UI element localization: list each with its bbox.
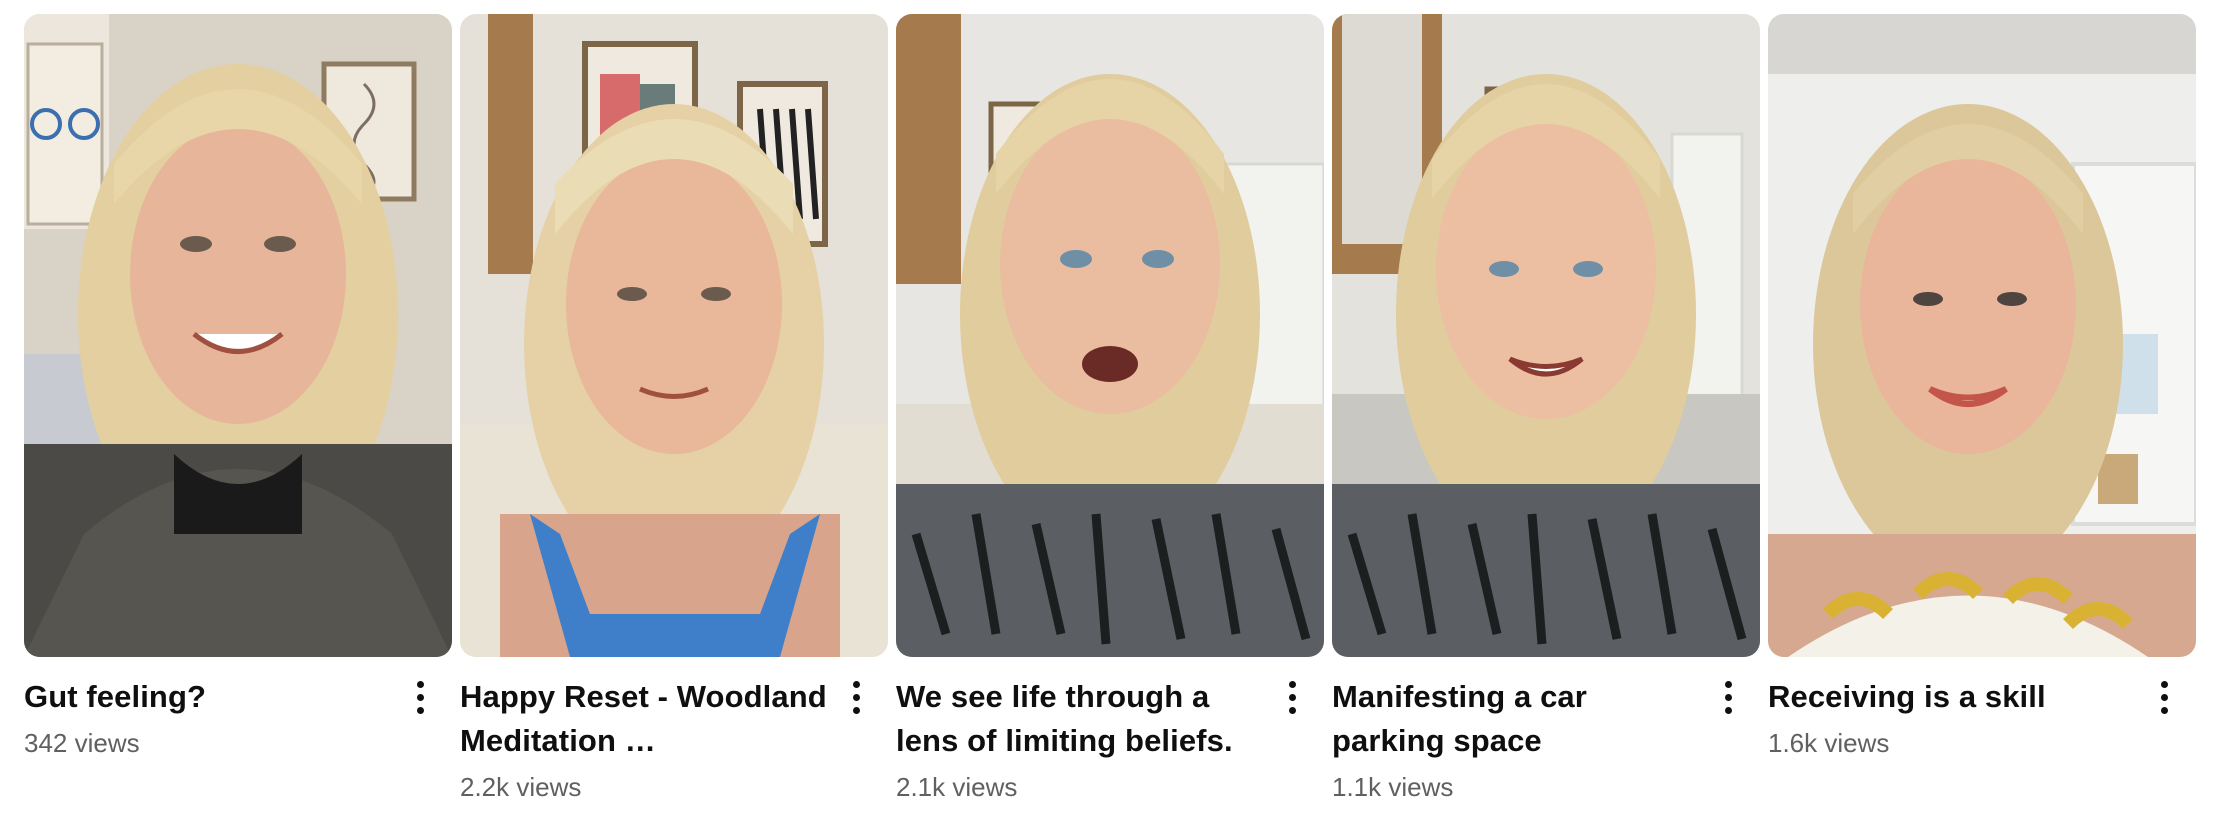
short-card[interactable]: Happy Reset - Woodland Meditation … 2.2k…	[460, 14, 888, 805]
thumbnail-image	[24, 14, 452, 657]
short-title[interactable]: Receiving is a skill	[1768, 675, 2136, 719]
short-meta: Manifesting a car parking space 1.1k vie…	[1332, 675, 1760, 805]
short-card[interactable]: We see life through a lens of limiting b…	[896, 14, 1324, 805]
short-card[interactable]: Manifesting a car parking space 1.1k vie…	[1332, 14, 1760, 805]
more-vert-icon[interactable]	[1706, 675, 1750, 719]
view-count: 2.2k views	[460, 772, 582, 802]
short-thumbnail[interactable]	[460, 14, 888, 657]
short-card[interactable]: Receiving is a skill 1.6k views	[1768, 14, 2196, 761]
short-meta: Happy Reset - Woodland Meditation … 2.2k…	[460, 675, 888, 805]
short-meta: We see life through a lens of limiting b…	[896, 675, 1324, 805]
short-meta: Gut feeling? 342 views	[24, 675, 452, 761]
short-thumbnail[interactable]	[1768, 14, 2196, 657]
short-title[interactable]: Manifesting a car parking space	[1332, 675, 1700, 763]
view-count: 1.6k views	[1768, 728, 1890, 758]
short-meta: Receiving is a skill 1.6k views	[1768, 675, 2196, 761]
thumbnail-image	[1768, 14, 2196, 657]
short-card[interactable]: Gut feeling? 342 views	[24, 14, 452, 761]
short-title[interactable]: Happy Reset - Woodland Meditation …	[460, 675, 828, 763]
more-vert-icon[interactable]	[2142, 675, 2186, 719]
short-thumbnail[interactable]	[1332, 14, 1760, 657]
view-count: 2.1k views	[896, 772, 1018, 802]
short-title[interactable]: Gut feeling?	[24, 675, 392, 719]
thumbnail-image	[1332, 14, 1760, 657]
shorts-shelf: Gut feeling? 342 views Happy Reset - Woo…	[0, 0, 2220, 814]
thumbnail-image	[460, 14, 888, 657]
view-count: 1.1k views	[1332, 772, 1454, 802]
thumbnail-image	[896, 14, 1324, 657]
view-count: 342 views	[24, 728, 140, 758]
short-thumbnail[interactable]	[24, 14, 452, 657]
more-vert-icon[interactable]	[1270, 675, 1314, 719]
short-thumbnail[interactable]	[896, 14, 1324, 657]
short-title[interactable]: We see life through a lens of limiting b…	[896, 675, 1264, 763]
more-vert-icon[interactable]	[398, 675, 442, 719]
more-vert-icon[interactable]	[834, 675, 878, 719]
